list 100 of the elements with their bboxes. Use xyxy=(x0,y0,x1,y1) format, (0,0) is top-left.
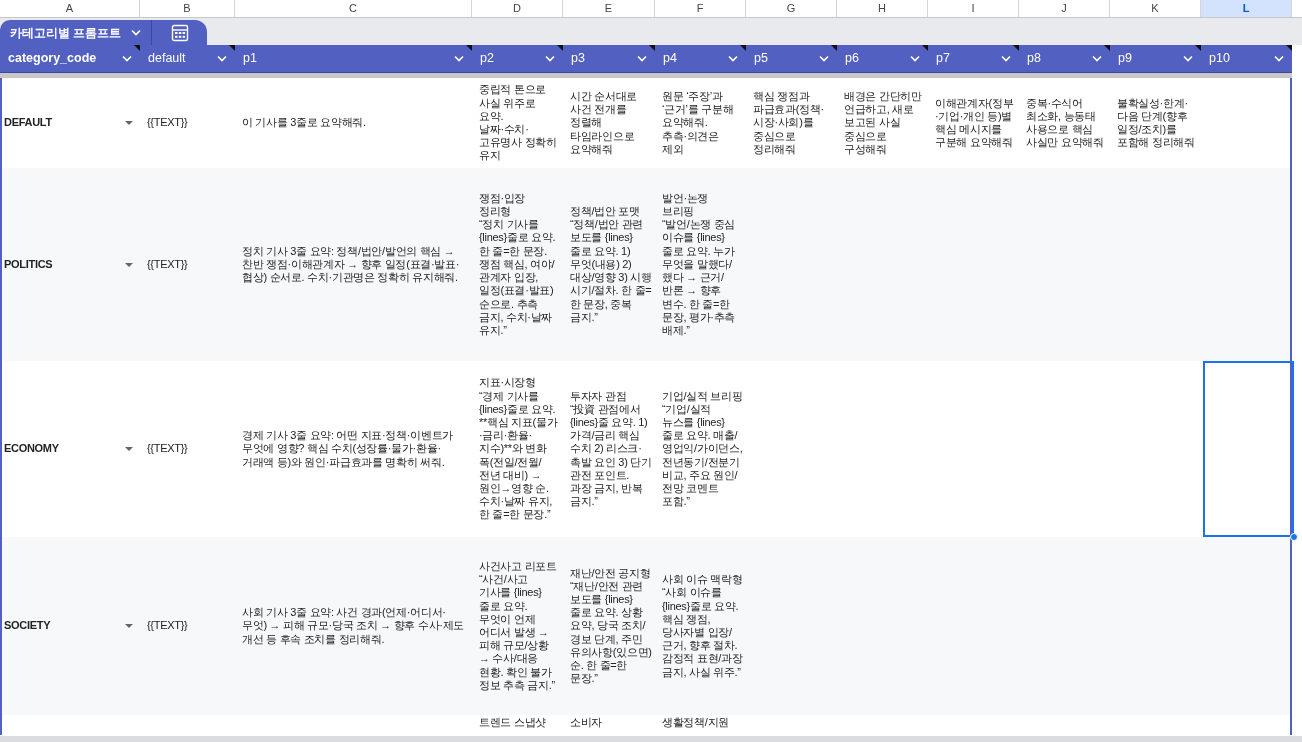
cell-text: {{TEXT}} xyxy=(147,442,188,456)
corner-triangle-icon xyxy=(1013,45,1019,51)
column-header-label: p1 xyxy=(243,50,257,68)
table-view-button[interactable] xyxy=(152,20,208,45)
cell-text: 시간 순서대로 사건 전개를 정렬해 타임라인으로 요약해줘 xyxy=(570,90,638,156)
column-letter[interactable]: D xyxy=(472,0,563,17)
cell-text: 사회 이슈 맥락형 “사회 이슈를 {lines}줄로 요약. 핵심 쟁점, 당사자별 입장/근거, 향후 절차. 감정적 표현/과장 금지, 사실 위주.” xyxy=(662,573,743,679)
cell-text: {{TEXT}} xyxy=(147,257,188,272)
dropdown-caret-icon[interactable] xyxy=(125,624,133,628)
chevron-down-icon xyxy=(910,55,920,62)
cell-text: 사건사고 리포트 “사건/사고 기사를 {lines}줄로 요약. 무엇이 언제 어디서 발생 → 피해 규모/상황 → 수사/대응 현황. 확인 불가 정보 추측 금지.” xyxy=(479,560,558,692)
chevron-down-icon xyxy=(1183,55,1193,62)
cell-text: 정책/법안 포맷 “정책/법안 관련 보도를 {lines}줄로 요약. 1) 무엇(내용) 2) 대상/영향 3) 시행 시기/절차. 한 줄=한 문장, 중복 금지.” xyxy=(570,205,652,324)
category-code: DEFAULT xyxy=(4,116,52,130)
chevron-down-icon xyxy=(1092,55,1102,62)
cell-text: 중복·수식어 최소화, 능동태 사용으로 핵심 사실만 요약해줘 xyxy=(1026,96,1105,150)
column-header-label: default xyxy=(148,50,186,68)
column-header-label: p5 xyxy=(754,50,768,68)
chevron-down-icon xyxy=(1001,55,1011,62)
dropdown-caret-icon[interactable] xyxy=(125,447,133,451)
cell-text: 원문 ‘주장’과 ‘근거’를 구분해 요약해줘. 추측·의견은 제외 xyxy=(662,90,735,156)
column-letter[interactable]: H xyxy=(837,0,928,17)
corner-triangle-icon xyxy=(134,45,140,51)
category-code: POLITICS xyxy=(4,257,53,272)
column-header-label: p10 xyxy=(1209,50,1230,68)
column-header[interactable]: p6 xyxy=(837,45,928,72)
column-header[interactable]: p10 xyxy=(1201,45,1292,72)
corner-triangle-icon xyxy=(649,45,655,51)
cell-text: 소비자 xyxy=(570,716,603,730)
column-header-label: p2 xyxy=(480,50,494,68)
column-header-label: p6 xyxy=(845,50,859,68)
dropdown-caret-icon[interactable] xyxy=(125,121,133,125)
chevron-down-icon xyxy=(1274,55,1284,62)
column-header[interactable]: p2 xyxy=(472,45,563,72)
cell-text: 핵심 쟁점과 파급효과(정책·시장·사회)를 중심으로 정리해줘 xyxy=(753,90,825,156)
corner-triangle-icon xyxy=(922,45,928,51)
column-header-label: p8 xyxy=(1027,50,1041,68)
column-header-label: category_code xyxy=(8,50,97,68)
chevron-down-icon xyxy=(545,55,555,62)
calculator-icon xyxy=(170,23,189,42)
cell-text: 지표·시장형 “경제 기사를 {lines}줄로 요약. **핵심 지표(물가·금리·환율·지수)**와 변화 폭(전일/전월/전년 대비) → 원인→영향 순. 수치·날짜 유지, 한 줄=한 문장.” xyxy=(479,376,559,522)
cell-text: 투자자 관점 “投資 관점에서 {lines}줄 요약. 1) 가격/금리 핵심 수치 2) 리스크·촉발 요인 3) 단기 관전 포인트. 과장 금지, 반복 금지.” xyxy=(570,389,652,509)
column-letter[interactable]: F xyxy=(655,0,746,17)
table-name: 카테고리별 프롬프트 xyxy=(10,24,122,42)
category-code: SOCIETY xyxy=(4,619,51,633)
chevron-down-icon xyxy=(131,29,142,36)
cell-text: 생활정책/지원 xyxy=(662,716,729,730)
cell-text: 중립적 톤으로 사실 위주로 요약. 날짜·수치·고유명사 정확히 유지 xyxy=(479,83,558,163)
chevron-down-icon xyxy=(217,55,227,62)
corner-triangle-icon xyxy=(229,45,235,51)
cell-text: 불확실성·한계·다음 단계(향후 일정/조치)를 포함해 정리해줘 xyxy=(1117,96,1196,150)
dropdown-caret-icon[interactable] xyxy=(125,262,133,267)
cell-text: 사회 기사 3줄 요약: 사건 경과(언제·어디서·무엇) → 피해 규모·당국 조치 → 향후 수사·제도 개선 등 후속 조치를 정리해줘. xyxy=(242,606,465,646)
cell-text: 이해관계자(정부·기업·개인 등)별 핵심 메시지를 구분해 요약해줘 xyxy=(935,96,1015,150)
chevron-down-icon xyxy=(454,55,464,62)
cell-text: {{TEXT}} xyxy=(147,619,188,633)
column-letter[interactable]: J xyxy=(1019,0,1110,17)
corner-triangle-icon xyxy=(1286,45,1292,51)
horizontal-scrollbar[interactable] xyxy=(0,736,1302,742)
cell-text: 발언·논쟁 브리핑 “발언/논쟁 중심 이슈를 {lines}줄로 요약. 누가 무엇을 말했다/했다 → 근거/반론 → 향후 변수. 한 줄=한 문장, 평가·추측 배제.” xyxy=(662,191,737,338)
column-header[interactable]: p5 xyxy=(746,45,837,72)
column-header[interactable]: p1 xyxy=(235,45,472,72)
corner-triangle-icon xyxy=(466,45,472,51)
category-code: ECONOMY xyxy=(4,442,59,456)
column-header[interactable]: default xyxy=(140,45,235,72)
table-name-tab[interactable]: 카테고리별 프롬프트 xyxy=(0,20,153,45)
corner-triangle-icon xyxy=(831,45,837,51)
cell-text: 트렌드 스냅샷 xyxy=(479,716,546,730)
column-header-label: p4 xyxy=(663,50,677,68)
column-header-label: p3 xyxy=(571,50,585,68)
column-header[interactable]: p3 xyxy=(563,45,655,72)
column-letter[interactable]: B xyxy=(140,0,235,17)
chevron-down-icon xyxy=(122,55,132,62)
corner-triangle-icon xyxy=(557,45,563,51)
column-letter[interactable]: I xyxy=(928,0,1019,17)
column-letter[interactable]: C xyxy=(235,0,472,17)
cell-text: {{TEXT}} xyxy=(147,116,188,130)
column-letter[interactable]: G xyxy=(746,0,837,17)
column-header[interactable]: category_code xyxy=(0,45,140,72)
cell-text: 정치 기사 3줄 요약: 정책/법안/발언의 핵심 → 찬반 쟁점·이해관계자 → 향후 일정(표결·발표·협상) 순서로. 수치·기관명은 정확히 유지해줘. xyxy=(242,244,461,285)
cell-text: 재난/안전 공지형 “재난/안전 관련 보도를 {lines}줄로 요약. 상황 요약, 당국 조치/경보 단계, 주민 유의사항(있으면) 순. 한 줄=한 문장.” xyxy=(570,566,652,686)
cell-text: 기업/실적 브리핑 “기업/실적 뉴스를 {lines}줄로 요약. 매출/영업익/가이던스, 전년동기/전분기 비교, 주요 원인/전망 코멘트 포함.” xyxy=(662,389,743,509)
column-letter[interactable]: L xyxy=(1201,0,1292,17)
corner-triangle-icon xyxy=(1104,45,1110,51)
cell-text: 이 기사를 3줄로 요약해줘. xyxy=(242,116,366,130)
cell-text: 배경은 간단히만 언급하고, 새로 보고된 사실 중심으로 구성해줘 xyxy=(844,90,923,156)
corner-triangle-icon xyxy=(740,45,746,51)
column-header[interactable]: p9 xyxy=(1110,45,1201,72)
column-header[interactable]: p4 xyxy=(655,45,746,72)
corner-triangle-icon xyxy=(1195,45,1201,51)
chevron-down-icon xyxy=(637,55,647,62)
column-header-label: p9 xyxy=(1118,50,1132,68)
chevron-down-icon xyxy=(728,55,738,62)
column-header[interactable]: p8 xyxy=(1019,45,1110,72)
cell-text: 경제 기사 3줄 요약: 어떤 지표·정책·이벤트가 무엇에 영향? 핵심 수치(성장률·물가·환율·거래액 등)와 원인·파급효과를 명확히 써줘. xyxy=(242,429,454,469)
column-header-label: p7 xyxy=(936,50,950,68)
column-header[interactable]: p7 xyxy=(928,45,1019,72)
cell-text: 쟁점·입장 정리형 “정치 기사를 {lines}줄로 요약. 한 줄=한 문장. 쟁점 핵심, 여야/관계자 입장, 일정(표결·발표) 순으로. 추측 금지, 수치·날짜 유지.” xyxy=(479,191,557,338)
column-letter[interactable]: A xyxy=(0,0,140,17)
column-letter[interactable]: E xyxy=(563,0,655,17)
